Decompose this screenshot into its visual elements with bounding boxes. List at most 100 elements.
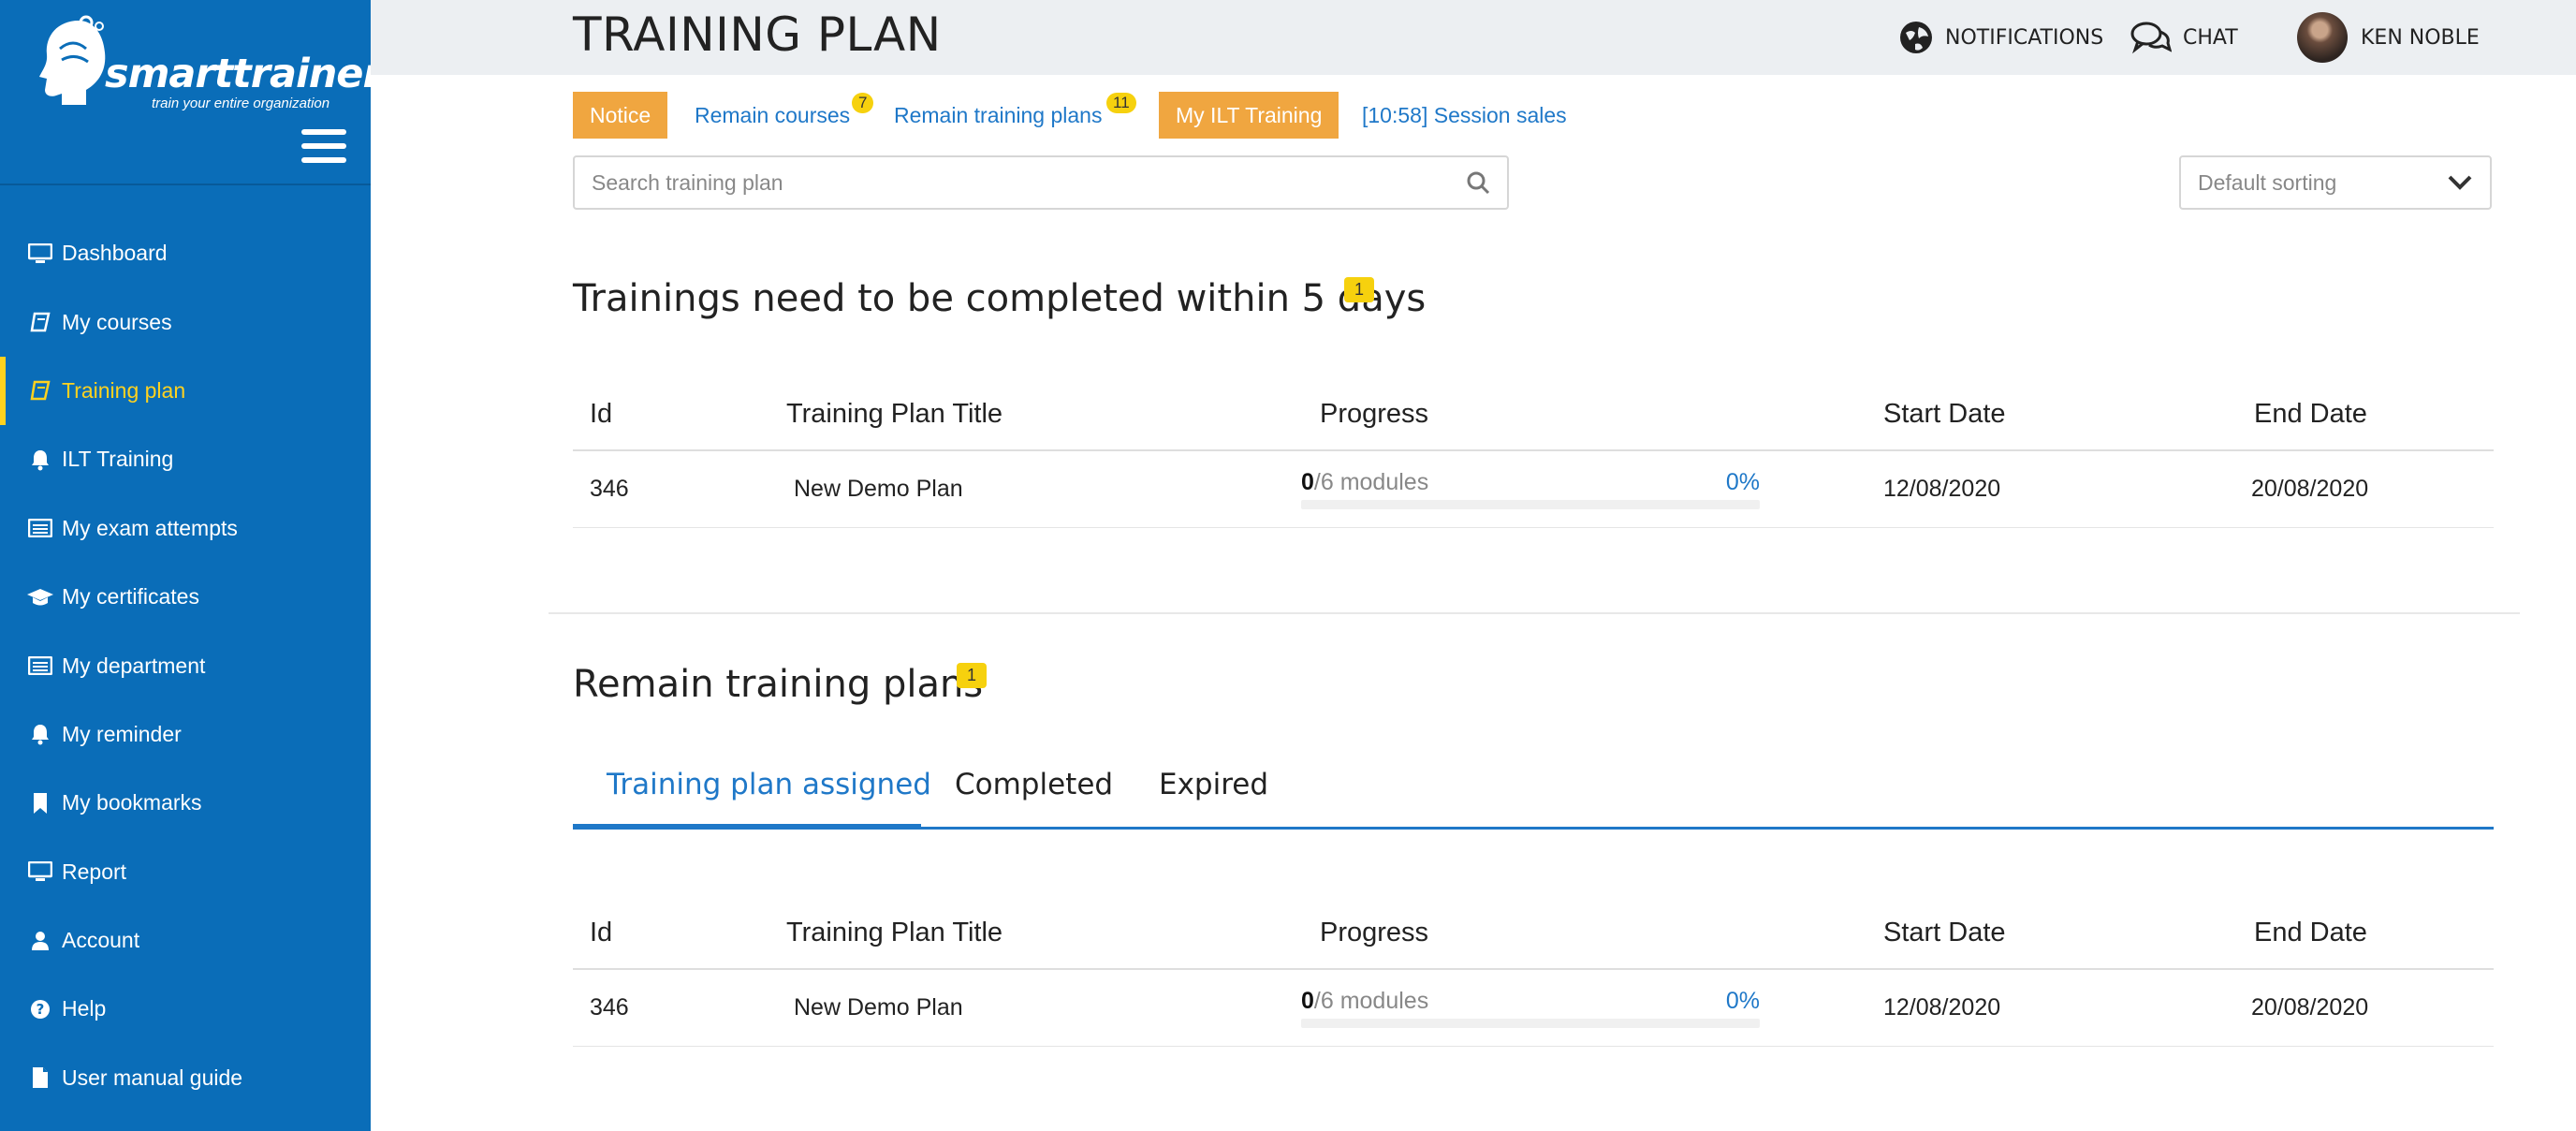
- sidebar-item-my-department[interactable]: My department: [0, 631, 371, 699]
- sidebar-item-my-exam-attempts[interactable]: My exam attempts: [0, 494, 371, 563]
- sidebar-item-account[interactable]: Account: [0, 906, 371, 975]
- tab-training-plan-assigned[interactable]: Training plan assigned: [607, 768, 931, 801]
- progress-percent: 0%: [1725, 469, 1760, 495]
- tab-completed[interactable]: Completed: [955, 768, 1113, 801]
- my-ilt-training-button[interactable]: My ILT Training: [1159, 92, 1339, 139]
- modules-total: /6 modules: [1313, 469, 1429, 495]
- user-icon: [26, 930, 54, 952]
- row-id: 346: [590, 476, 629, 502]
- row-title[interactable]: New Demo Plan: [794, 476, 963, 503]
- session-sales-link[interactable]: [10:58] Session sales: [1362, 92, 1567, 139]
- notice-button[interactable]: Notice: [573, 92, 668, 139]
- svg-text:?: ?: [37, 1001, 45, 1018]
- sort-selected: Default sorting: [2198, 169, 2337, 195]
- modules-done: 0: [1301, 469, 1314, 495]
- sidebar-item-dashboard[interactable]: Dashboard: [0, 219, 371, 287]
- user-name: KEN NOBLE: [2361, 25, 2480, 50]
- row-end-date: 20/08/2020: [2251, 994, 2369, 1021]
- row-end-date: 20/08/2020: [2251, 476, 2369, 502]
- remain-courses-link[interactable]: Remain courses: [695, 92, 850, 139]
- row-progress: 0/6 modules 0%: [1301, 988, 1760, 1028]
- sidebar-item-training-plan[interactable]: Training plan: [0, 356, 371, 426]
- my-ilt-label: My ILT Training: [1159, 92, 1339, 139]
- monitor-icon: [26, 860, 54, 883]
- top-header: TRAINING PLAN NOTIFICATIONS CHAT KEN NOB…: [371, 0, 2576, 75]
- sidebar-item-ilt-training[interactable]: ILT Training: [0, 425, 371, 493]
- chat-bubbles-icon: [2130, 22, 2172, 54]
- sidebar-item-label: User manual guide: [62, 1065, 243, 1090]
- col-progress: Progress: [1320, 398, 1429, 429]
- question-icon: ?: [26, 998, 54, 1021]
- avatar: [2297, 12, 2348, 63]
- chat-button[interactable]: CHAT: [2130, 19, 2238, 56]
- globe-icon: [1900, 22, 1932, 53]
- table-header: Id Training Plan Title Progress Start Da…: [573, 378, 2494, 451]
- col-progress: Progress: [1320, 917, 1429, 947]
- brand-tagline: train your entire organization: [152, 95, 330, 111]
- sidebar-item-label: Help: [62, 996, 107, 1021]
- col-end-date: End Date: [2254, 917, 2367, 947]
- urgent-table: Id Training Plan Title Progress Start Da…: [573, 378, 2494, 528]
- sidebar-item-label: ILT Training: [62, 447, 174, 472]
- table-row[interactable]: 346 New Demo Plan 0/6 modules 0% 12/08/2020 2…: [573, 451, 2494, 528]
- remain-training-plans-link[interactable]: Remain training plans: [894, 92, 1102, 139]
- sidebar-item-my-courses[interactable]: My courses: [0, 287, 371, 356]
- progress-percent: 0%: [1725, 988, 1760, 1014]
- search-placeholder: Search training plan: [592, 169, 783, 195]
- remain-table: Id Training Plan Title Progress Start Da…: [573, 897, 2494, 1047]
- row-progress: 0/6 modules 0%: [1301, 469, 1760, 509]
- notifications-label: NOTIFICATIONS: [1945, 25, 2104, 50]
- progress-bar: [1301, 500, 1760, 509]
- search-icon[interactable]: [1466, 170, 1490, 195]
- remain-tabs: Training plan assigned Completed Expired: [573, 749, 2494, 830]
- remain-count-badge: 1: [957, 663, 988, 688]
- row-start-date: 12/08/2020: [1883, 994, 2001, 1021]
- sidebar-item-my-certificates[interactable]: My certificates: [0, 563, 371, 631]
- sidebar-item-label: My exam attempts: [62, 515, 238, 540]
- sidebar: smarttrainer train your entire organizat…: [0, 0, 383, 1131]
- sidebar-item-label: My reminder: [62, 721, 182, 746]
- col-title: Training Plan Title: [786, 917, 1003, 947]
- list-icon: [26, 654, 54, 677]
- monitor-icon: [26, 242, 54, 265]
- bell-icon: [26, 448, 54, 471]
- user-menu[interactable]: KEN NOBLE: [2297, 12, 2480, 63]
- book-icon: [26, 311, 54, 333]
- brain-head-logo-icon: [39, 15, 106, 105]
- sidebar-item-my-reminder[interactable]: My reminder: [0, 700, 371, 769]
- table-row[interactable]: 346 New Demo Plan 0/6 modules 0% 12/08/2020 2…: [573, 970, 2494, 1047]
- sidebar-item-label: My certificates: [62, 584, 199, 610]
- sidebar-item-user-manual-guide[interactable]: User manual guide: [0, 1044, 371, 1112]
- sidebar-item-label: My courses: [62, 309, 172, 334]
- menu-toggle-icon[interactable]: [301, 129, 346, 167]
- tab-expired[interactable]: Expired: [1159, 768, 1268, 801]
- sidebar-item-label: My department: [62, 653, 206, 678]
- sidebar-item-label: Account: [62, 928, 140, 953]
- chevron-down-icon: [2448, 175, 2472, 190]
- sidebar-item-my-bookmarks[interactable]: My bookmarks: [0, 769, 371, 837]
- search-input[interactable]: Search training plan: [573, 155, 1509, 210]
- logo[interactable]: smarttrainer train your entire organizat…: [32, 15, 383, 111]
- col-start-date: Start Date: [1883, 917, 2006, 947]
- bell-icon: [26, 723, 54, 745]
- col-start-date: Start Date: [1883, 398, 2006, 429]
- col-title: Training Plan Title: [786, 398, 1003, 429]
- table-header: Id Training Plan Title Progress Start Da…: [573, 897, 2494, 970]
- sort-select[interactable]: Default sorting: [2179, 155, 2492, 210]
- progress-bar: [1301, 1019, 1760, 1028]
- sidebar-item-report[interactable]: Report: [0, 838, 371, 906]
- sidebar-item-help[interactable]: ? Help: [0, 975, 371, 1043]
- row-id: 346: [590, 994, 629, 1021]
- sidebar-item-label: Training plan: [62, 377, 186, 403]
- active-tab-indicator: [573, 824, 921, 830]
- col-id: Id: [590, 398, 613, 429]
- row-title[interactable]: New Demo Plan: [794, 994, 963, 1021]
- sidebar-divider: [0, 184, 371, 185]
- modules-done: 0: [1301, 988, 1314, 1014]
- urgent-count-badge: 1: [1344, 277, 1375, 302]
- notifications-button[interactable]: NOTIFICATIONS: [1898, 19, 2103, 56]
- page-title: TRAINING PLAN: [573, 7, 942, 62]
- list-icon: [26, 517, 54, 539]
- remain-courses-label: Remain courses: [695, 102, 851, 127]
- remain-heading: Remain training plans: [573, 663, 984, 706]
